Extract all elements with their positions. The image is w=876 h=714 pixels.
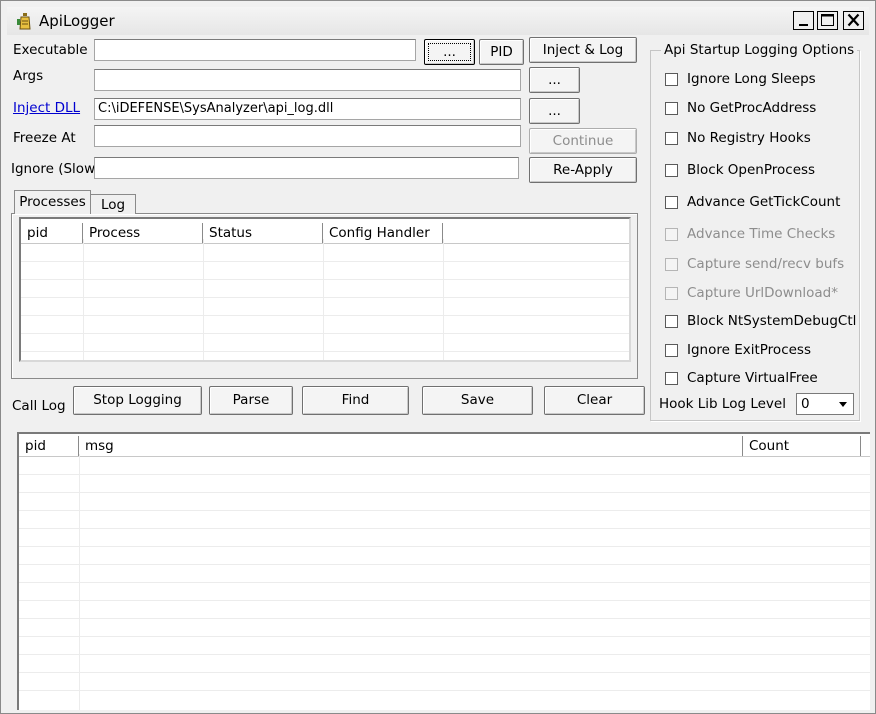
executable-label: Executable	[13, 42, 88, 58]
checkbox[interactable]	[665, 196, 678, 209]
grid-line	[19, 546, 870, 547]
grid-line	[19, 636, 870, 637]
maximize-icon	[821, 14, 834, 26]
grid-line	[19, 528, 870, 529]
checkbox[interactable]	[665, 372, 678, 385]
processes-list[interactable]: pid Process Status Config Handler	[19, 217, 631, 362]
call-log-label: Call Log	[12, 398, 66, 414]
grid-line	[19, 564, 870, 565]
grid-line	[19, 582, 870, 583]
freeze-at-input[interactable]	[94, 125, 521, 147]
option-label: Capture UrlDownload*	[687, 285, 839, 301]
checkbox[interactable]	[665, 287, 678, 300]
window-title: ApiLogger	[39, 12, 115, 30]
checkbox[interactable]	[665, 228, 678, 241]
checkbox[interactable]	[665, 164, 678, 177]
checkbox[interactable]	[665, 132, 678, 145]
grid-line	[21, 333, 629, 334]
option-label: Capture send/recv bufs	[687, 256, 845, 272]
grid-line	[19, 690, 870, 691]
column-header-config-handler[interactable]: Config Handler	[323, 223, 443, 243]
grid-line	[19, 618, 870, 619]
hook-level-value: 0	[801, 396, 810, 412]
options-groupbox-title: Api Startup Logging Options	[661, 42, 858, 58]
args-label: Args	[13, 68, 44, 84]
column-header-spacer	[443, 223, 629, 243]
minimize-button[interactable]	[793, 11, 814, 30]
browse-executable-button[interactable]: ...	[424, 39, 475, 65]
processes-list-header: pid Process Status Config Handler	[21, 223, 629, 244]
option-label: Ignore ExitProcess	[687, 342, 811, 358]
save-button[interactable]: Save	[422, 386, 533, 415]
call-log-list-header: pid msg Count	[19, 436, 870, 457]
grid-line	[19, 654, 870, 655]
inject-and-log-button[interactable]: Inject & Log	[529, 37, 637, 63]
option-label: Capture VirtualFree	[687, 370, 818, 386]
parse-button[interactable]: Parse	[209, 386, 293, 415]
checkbox[interactable]	[665, 315, 678, 328]
hook-level-label: Hook Lib Log Level	[659, 396, 786, 412]
checkbox[interactable]	[665, 258, 678, 271]
column-header-msg[interactable]: msg	[79, 436, 743, 456]
continue-button[interactable]: Continue	[529, 128, 637, 154]
reapply-button[interactable]: Re-Apply	[529, 157, 637, 183]
option-label: No Registry Hooks	[687, 130, 811, 146]
ignore-slow-input[interactable]	[94, 157, 519, 179]
close-icon	[847, 13, 860, 27]
maximize-button[interactable]	[817, 11, 838, 30]
executable-input[interactable]	[94, 39, 416, 61]
inject-dll-input[interactable]: C:\iDEFENSE\SysAnalyzer\api_log.dll	[94, 98, 521, 120]
grid-line	[19, 474, 870, 475]
stop-logging-button[interactable]: Stop Logging	[73, 386, 202, 415]
option-label: Advance Time Checks	[687, 226, 836, 242]
grid-line	[19, 510, 870, 511]
column-header-status[interactable]: Status	[203, 223, 323, 243]
chevron-down-icon	[839, 402, 847, 407]
option-label: No GetProcAddress	[687, 100, 817, 116]
hook-level-select[interactable]: 0	[796, 393, 854, 415]
inject-dll-link[interactable]: Inject DLL	[13, 100, 80, 116]
grid-line	[21, 351, 629, 352]
grid-line	[19, 600, 870, 601]
minimize-icon	[799, 24, 808, 26]
title-bar[interactable]: ApiLogger	[7, 7, 869, 35]
grid-line	[443, 239, 444, 360]
grid-line	[203, 239, 204, 360]
option-label: Block NtSystemDebugCtl	[687, 313, 857, 329]
column-header-pid[interactable]: pid	[21, 223, 83, 243]
grid-line	[21, 297, 629, 298]
close-button[interactable]	[843, 11, 864, 30]
checkbox[interactable]	[665, 73, 678, 86]
grid-line	[21, 261, 629, 262]
grid-line	[19, 672, 870, 673]
call-log-list[interactable]: pid msg Count	[17, 432, 870, 710]
pid-button[interactable]: PID	[479, 39, 524, 65]
grid-line	[83, 239, 84, 360]
checkbox[interactable]	[665, 102, 678, 115]
browse-args-button[interactable]: ...	[529, 67, 580, 93]
args-input[interactable]	[94, 69, 521, 91]
freeze-at-label: Freeze At	[13, 130, 76, 146]
grid-line	[21, 279, 629, 280]
grid-line	[323, 239, 324, 360]
grid-line	[21, 315, 629, 316]
tab-processes[interactable]: Processes	[14, 190, 91, 214]
option-label: Block OpenProcess	[687, 162, 816, 178]
option-label: Advance GetTickCount	[687, 194, 841, 210]
ignore-slow-label: Ignore (Slow)	[11, 161, 101, 177]
column-header-count[interactable]: Count	[743, 436, 861, 456]
grid-line	[79, 454, 80, 710]
column-header-pid[interactable]: pid	[19, 436, 79, 456]
app-icon	[17, 13, 31, 30]
clear-button[interactable]: Clear	[544, 386, 645, 415]
find-button[interactable]: Find	[302, 386, 409, 415]
apilogger-window: ApiLogger Executable ... PID Inject & Lo…	[0, 0, 876, 714]
checkbox[interactable]	[665, 344, 678, 357]
tab-log[interactable]: Log	[91, 194, 136, 214]
option-label: Ignore Long Sleeps	[687, 71, 816, 87]
grid-line	[19, 492, 870, 493]
column-header-process[interactable]: Process	[83, 223, 203, 243]
browse-dll-button[interactable]: ...	[529, 98, 580, 124]
